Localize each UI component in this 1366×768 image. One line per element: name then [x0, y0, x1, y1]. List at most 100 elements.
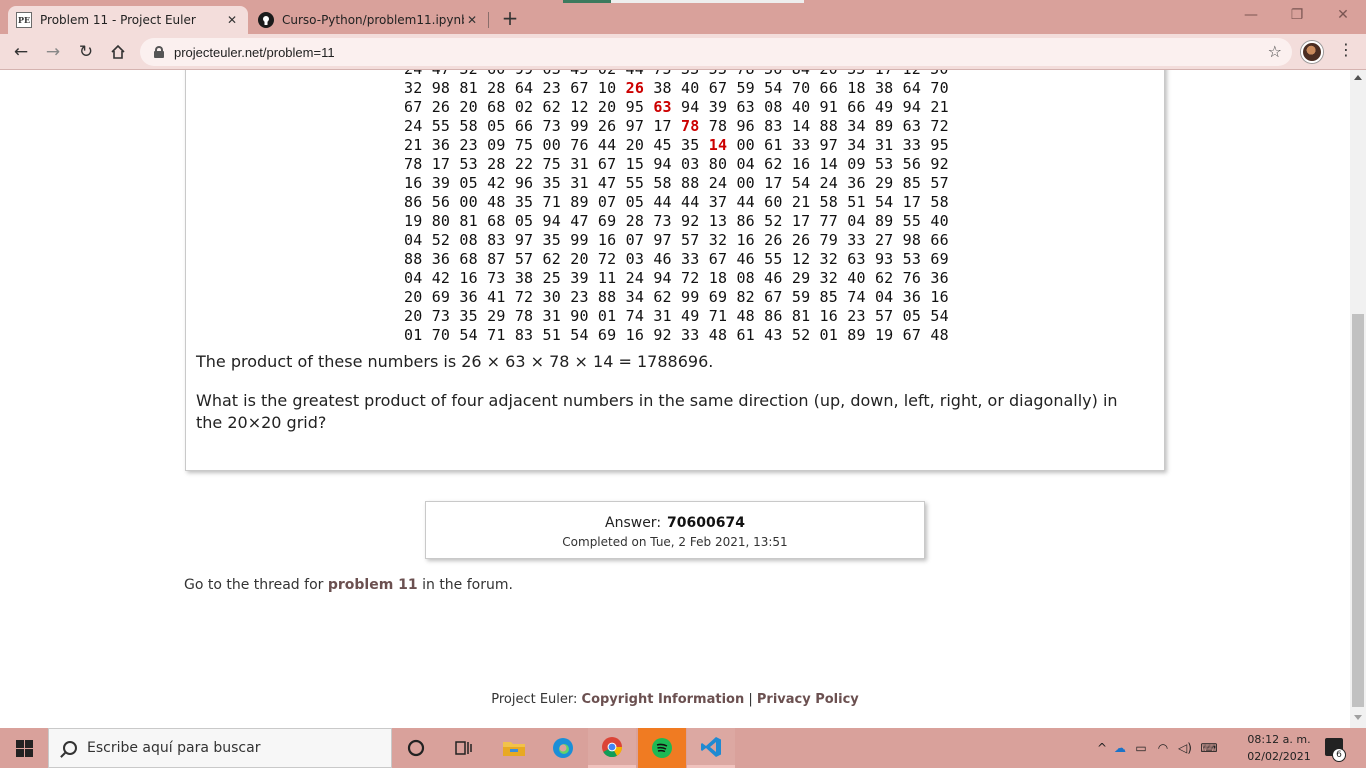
grid-number: 72 — [514, 288, 534, 306]
volume-icon[interactable]: ◁) — [1174, 741, 1196, 755]
answer-value: 70600674 — [667, 515, 745, 531]
menu-kebab-icon[interactable]: ⋮ — [1338, 40, 1354, 59]
new-tab-plus-icon[interactable]: + — [498, 6, 522, 30]
grid-number: 88 — [681, 174, 700, 192]
grid-number: 52 — [791, 326, 811, 344]
wifi-icon[interactable]: ◠ — [1152, 741, 1174, 755]
minimize-icon[interactable]: — — [1228, 0, 1274, 30]
grid-number: 45 — [653, 136, 672, 154]
taskbar-clock[interactable]: 08:12 a. m. 02/02/2021 — [1243, 731, 1315, 765]
grid-number: 69 — [597, 326, 617, 344]
reload-icon[interactable]: ↻ — [73, 40, 99, 64]
grid-number: 31 — [874, 136, 894, 154]
tab-separator — [488, 12, 489, 28]
grid-number: 31 — [542, 307, 561, 325]
grid-number: 00 — [542, 136, 561, 154]
address-bar[interactable]: projecteuler.net/problem=11 ☆ — [140, 38, 1292, 66]
grid-number: 69 — [431, 288, 451, 306]
grid-number: 16 — [791, 155, 811, 173]
grid-number: 63 — [653, 98, 672, 116]
grid-row: 04 52 08 83 97 35 99 16 07 97 57 32 16 2… — [404, 231, 949, 249]
close-icon[interactable]: ✕ — [224, 13, 240, 27]
windows-start-icon[interactable] — [0, 728, 48, 768]
grid-number: 88 — [819, 117, 839, 135]
grid-number: 21 — [791, 193, 811, 211]
grid-number: 20 — [570, 250, 589, 268]
bookmark-star-icon[interactable]: ☆ — [1268, 42, 1282, 61]
grid-number: 97 — [819, 136, 839, 154]
grid-number: 67 — [570, 79, 589, 97]
grid-number: 33 — [791, 136, 811, 154]
forum-problem-link[interactable]: problem 11 — [328, 577, 418, 593]
grid-number: 75 — [514, 136, 534, 154]
window-close-icon[interactable]: ✕ — [1320, 0, 1366, 30]
scrollbar-thumb[interactable] — [1352, 314, 1364, 707]
grid-number: 70 — [431, 326, 451, 344]
grid-number: 88 — [597, 288, 617, 306]
grid-number: 47 — [570, 212, 589, 230]
grid-number: 16 — [459, 269, 478, 287]
home-icon[interactable] — [105, 40, 131, 64]
grid-number: 94 — [653, 269, 672, 287]
grid-number: 07 — [625, 231, 645, 249]
grid-number: 04 — [847, 212, 866, 230]
answer-line: Answer: 70600674 — [426, 515, 924, 531]
keyboard-icon[interactable]: ⌨ — [1196, 741, 1222, 755]
page-scrollbar[interactable] — [1350, 70, 1366, 728]
chevron-up-icon[interactable]: ^ — [1094, 741, 1110, 755]
grid-number: 29 — [487, 307, 506, 325]
grid-number: 02 — [514, 98, 534, 116]
taskbar-search-box[interactable]: Escribe aquí para buscar — [48, 728, 392, 768]
clock-time: 08:12 a. m. — [1247, 733, 1311, 746]
close-icon[interactable]: ✕ — [464, 13, 480, 27]
grid-number: 67 — [708, 250, 728, 268]
grid-row: 20 69 36 41 72 30 23 88 34 62 99 69 82 6… — [404, 288, 949, 306]
cortana-icon[interactable] — [392, 728, 440, 768]
grid-number: 61 — [764, 136, 783, 154]
grid-number: 18 — [847, 79, 866, 97]
task-view-icon[interactable] — [440, 728, 488, 768]
edge-browser-icon[interactable] — [539, 728, 587, 768]
url-text[interactable]: projecteuler.net/problem=11 — [174, 45, 335, 60]
spotify-icon[interactable] — [638, 728, 686, 768]
forward-arrow-icon[interactable]: → — [40, 40, 66, 64]
back-arrow-icon[interactable]: ← — [8, 40, 34, 64]
file-explorer-icon[interactable] — [490, 728, 538, 768]
grid-number: 32 — [819, 269, 839, 287]
grid-number: 67 — [708, 79, 728, 97]
privacy-link[interactable]: Privacy Policy — [757, 692, 859, 707]
scroll-up-arrow-icon[interactable] — [1354, 75, 1362, 80]
grid-number: 07 — [597, 193, 617, 211]
grid-number: 69 — [597, 212, 617, 230]
grid-row: 19 80 81 68 05 94 47 69 28 73 92 13 86 5… — [404, 212, 949, 230]
grid-number: 05 — [902, 307, 922, 325]
tab-project-euler[interactable]: PE Problem 11 - Project Euler ✕ — [8, 6, 248, 34]
scroll-down-arrow-icon[interactable] — [1354, 715, 1362, 720]
copyright-link[interactable]: Copyright Information — [582, 692, 745, 707]
grid-number: 35 — [459, 307, 478, 325]
grid-number: 55 — [431, 117, 451, 135]
grid-number: 92 — [653, 326, 672, 344]
restore-icon[interactable]: ❐ — [1274, 0, 1320, 30]
vscode-icon[interactable] — [687, 728, 735, 768]
grid-number: 26 — [597, 117, 617, 135]
grid-number: 53 — [902, 250, 922, 268]
grid-number: 98 — [902, 231, 922, 249]
grid-number: 23 — [542, 79, 561, 97]
battery-icon[interactable]: ▭ — [1130, 741, 1152, 755]
grid-number: 97 — [514, 231, 534, 249]
lock-icon[interactable] — [154, 46, 164, 58]
chrome-icon[interactable] — [588, 728, 636, 768]
grid-number: 31 — [570, 174, 589, 192]
tab-github-notebook[interactable]: Curso-Python/problem11.ipynb a ✕ — [250, 6, 488, 34]
grid-row: 86 56 00 48 35 71 89 07 05 44 44 37 44 6… — [404, 193, 949, 211]
grid-number: 05 — [459, 174, 478, 192]
grid-row: 16 39 05 42 96 35 31 47 55 58 88 24 00 1… — [404, 174, 949, 192]
grid-number: 34 — [847, 136, 866, 154]
profile-avatar[interactable] — [1301, 41, 1323, 63]
onedrive-icon[interactable]: ☁ — [1110, 741, 1130, 755]
grid-number: 96 — [736, 117, 755, 135]
grid-number: 57 — [874, 307, 894, 325]
grid-number: 05 — [625, 193, 645, 211]
grid-number: 28 — [487, 79, 506, 97]
